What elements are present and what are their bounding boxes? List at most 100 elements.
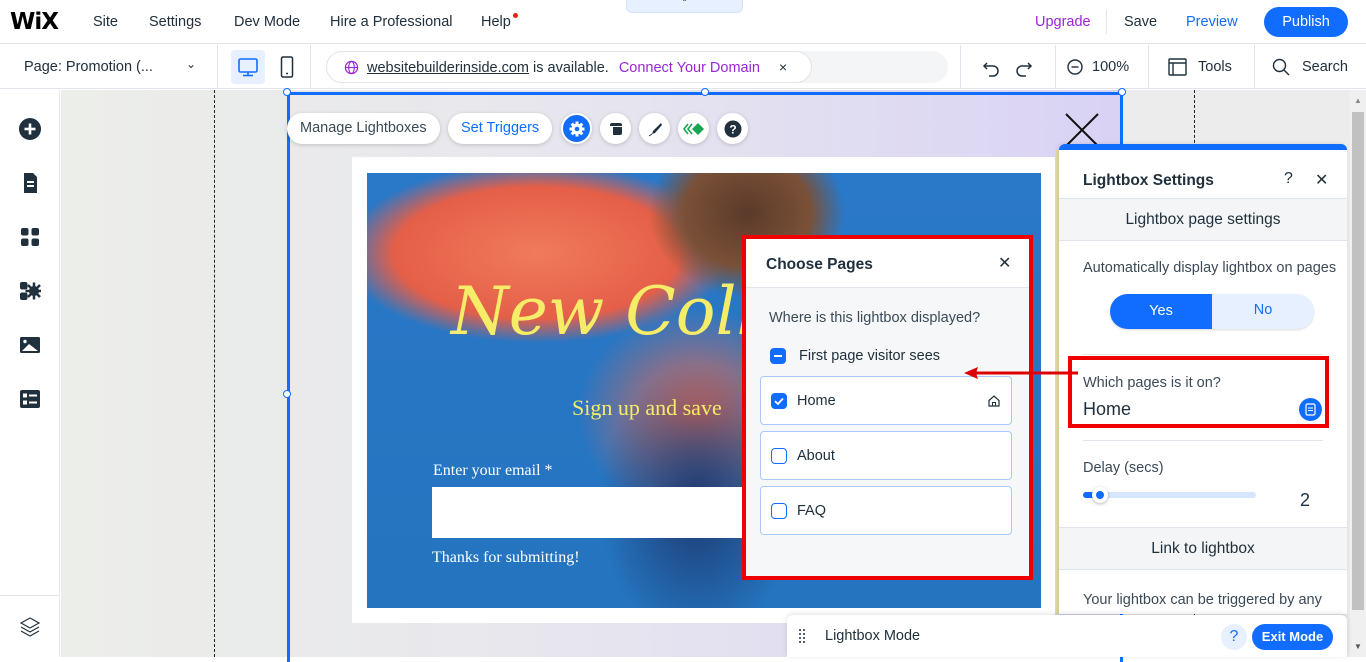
lightbox-title[interactable]: New Coll	[451, 273, 758, 350]
auto-display-toggle[interactable]: Yes No	[1110, 294, 1314, 329]
set-triggers-button[interactable]: Set Triggers	[448, 113, 553, 144]
help-notification-dot	[513, 13, 518, 18]
mobile-icon	[280, 56, 294, 78]
layout-icon	[609, 122, 622, 135]
divider	[960, 45, 961, 89]
divider	[1254, 45, 1255, 89]
close-icon[interactable]: ✕	[1315, 170, 1328, 190]
divider	[0, 595, 60, 596]
scroll-up-icon[interactable]: ▲	[1354, 96, 1362, 105]
menu-settings[interactable]: Settings	[149, 14, 201, 30]
page-checkbox-faq[interactable]	[771, 503, 787, 519]
help-icon[interactable]: ?	[1284, 170, 1293, 188]
desktop-view-button[interactable]	[231, 50, 265, 84]
minus-icon	[774, 355, 782, 357]
drag-handle-icon[interactable]	[798, 628, 806, 644]
checkmark-icon	[774, 397, 784, 406]
close-icon[interactable]: ✕	[998, 253, 1011, 273]
gridline-left	[214, 90, 215, 657]
layers-icon[interactable]	[18, 615, 42, 639]
design-button[interactable]	[639, 113, 670, 144]
search-button[interactable]: Search	[1302, 59, 1348, 75]
menu-help[interactable]: Help	[481, 14, 511, 30]
section-header: Lightbox page settings	[1059, 198, 1347, 241]
globe-icon	[344, 60, 359, 75]
cms-icon[interactable]	[18, 387, 42, 411]
top-bar: WiX Site Settings Dev Mode Hire a Profes…	[0, 0, 1366, 44]
page-checkbox-home[interactable]	[771, 393, 787, 409]
section-header: Link to lightbox	[1059, 527, 1347, 570]
delay-slider[interactable]	[1083, 487, 1256, 503]
help-button[interactable]: ?	[717, 113, 748, 144]
delay-value[interactable]: 2	[1300, 490, 1310, 511]
help-icon: ?	[724, 120, 741, 137]
first-page-checkbox[interactable]	[770, 348, 786, 364]
email-input[interactable]	[432, 487, 792, 538]
connect-domain-link[interactable]: Connect Your Domain	[619, 60, 760, 76]
divider	[1055, 45, 1056, 89]
layout-button[interactable]	[600, 113, 631, 144]
toggle-yes[interactable]: Yes	[1110, 294, 1212, 329]
divider	[217, 45, 218, 89]
slider-thumb[interactable]	[1091, 487, 1108, 503]
preview-button[interactable]: Preview	[1186, 14, 1238, 30]
page-row-about[interactable]: About	[760, 431, 1012, 480]
domain-pill: websitebuilderinside.com is available. C…	[326, 51, 812, 83]
menu-site[interactable]: Site	[93, 14, 118, 30]
pages-icon[interactable]	[18, 171, 42, 195]
home-icon	[988, 395, 1000, 407]
save-button[interactable]: Save	[1124, 14, 1157, 30]
editor-toolbar: Page: Promotion (... ⌄ websitebuilderins…	[0, 45, 1366, 89]
undo-icon[interactable]	[980, 57, 1002, 79]
media-icon[interactable]	[18, 333, 42, 357]
scroll-thumb[interactable]	[1352, 112, 1364, 610]
lightbox-subtitle[interactable]: Sign up and save	[572, 395, 722, 421]
mode-help-button[interactable]: ?	[1221, 624, 1247, 650]
wix-logo[interactable]: WiX	[10, 9, 59, 35]
redo-icon[interactable]	[1013, 57, 1035, 79]
settings-icon	[569, 121, 584, 136]
dialog-title: Choose Pages	[766, 256, 873, 273]
desktop-icon	[238, 58, 258, 77]
domain-name-link[interactable]: websitebuilderinside.com	[367, 60, 529, 76]
annotation-arrow	[964, 367, 1078, 379]
resize-handle[interactable]	[1118, 88, 1126, 96]
page-checkbox-about[interactable]	[771, 448, 787, 464]
lightbox-close-icon[interactable]	[1064, 112, 1100, 148]
resize-handle[interactable]	[701, 88, 709, 96]
manage-lightboxes-button[interactable]: Manage Lightboxes	[287, 113, 440, 144]
close-icon[interactable]: ×	[779, 59, 787, 75]
menu-dev-mode[interactable]: Dev Mode	[234, 14, 300, 30]
business-apps-icon[interactable]	[18, 279, 42, 303]
apps-icon[interactable]	[18, 225, 42, 249]
zoom-level[interactable]: 100%	[1092, 59, 1129, 75]
domain-banner: websitebuilderinside.com is available. C…	[326, 51, 948, 83]
zoom-out-icon[interactable]	[1066, 58, 1084, 76]
divider	[1083, 440, 1323, 441]
add-icon[interactable]	[18, 117, 42, 141]
scroll-down-icon[interactable]: ▼	[1354, 642, 1362, 651]
page-row-faq[interactable]: FAQ	[760, 486, 1012, 535]
left-sidebar	[0, 90, 60, 657]
resize-handle[interactable]	[283, 88, 291, 96]
upgrade-link[interactable]: Upgrade	[1035, 14, 1091, 30]
mobile-view-button[interactable]	[276, 54, 298, 80]
divider	[1106, 10, 1107, 34]
settings-button[interactable]	[561, 113, 592, 144]
tools-button[interactable]: Tools	[1198, 59, 1232, 75]
link-description: Your lightbox can be triggered by any bu…	[1083, 592, 1322, 614]
divider	[1148, 45, 1149, 89]
animation-icon	[682, 122, 704, 135]
exit-mode-button[interactable]: Exit Mode	[1252, 624, 1333, 650]
email-label: Enter your email *	[433, 462, 553, 479]
chevron-down-icon[interactable]: ⌄	[186, 57, 196, 71]
first-page-label[interactable]: First page visitor sees	[799, 348, 940, 364]
toggle-no[interactable]: No	[1212, 294, 1314, 329]
canvas-scrollbar[interactable]: ▲ ▼	[1350, 90, 1366, 657]
publish-button[interactable]: Publish	[1264, 7, 1348, 37]
menu-hire-professional[interactable]: Hire a Professional	[330, 14, 453, 30]
page-selector[interactable]: Page: Promotion (...	[24, 59, 153, 75]
resize-handle[interactable]	[283, 390, 291, 398]
collapse-topbar-button[interactable]: ˆ	[626, 0, 743, 13]
animation-button[interactable]	[678, 113, 709, 144]
